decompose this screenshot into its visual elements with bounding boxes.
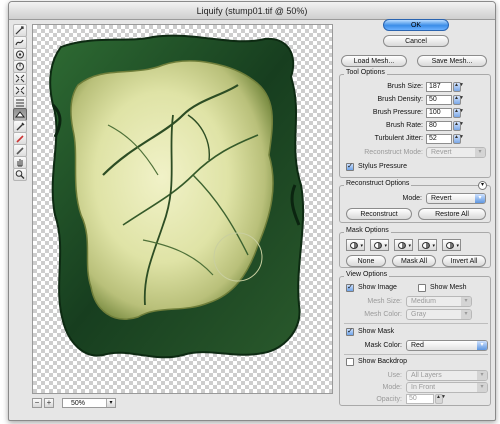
reconstruct-options-group: Reconstruct Options ▾ Mode: Revert ▾ Rec… <box>339 180 491 223</box>
mask-color-label: Mask Color: <box>364 342 402 349</box>
view-options-title: View Options <box>344 271 390 278</box>
turbulent-jitter-label: Turbulent Jitter: <box>374 135 423 142</box>
brush-density-stepper-icon[interactable]: ▲▼ <box>453 95 464 105</box>
view-options-group: View Options ✓ Show Image Show Mesh Mesh… <box>339 271 491 406</box>
brush-pressure-label: Brush Pressure: <box>372 109 423 116</box>
replace-selection-icon[interactable]: ▾ <box>346 239 365 251</box>
reconstruct-mode-select[interactable]: Revert ▾ <box>426 147 486 158</box>
reconstruct-options-title: Reconstruct Options <box>344 180 412 187</box>
brush-rate-stepper-icon[interactable]: ▲▼ <box>453 121 464 131</box>
ok-button[interactable]: OK <box>383 19 449 31</box>
mesh-color-label: Mesh Color: <box>364 311 402 318</box>
brush-rate-input[interactable]: 80 <box>426 121 452 131</box>
zoom-out-button[interactable]: − <box>32 398 42 408</box>
chevron-down-icon: ▾ <box>461 297 471 306</box>
chevron-down-icon: ▾ <box>477 383 487 392</box>
chevron-down-icon: ▾ <box>475 148 485 157</box>
chevron-down-icon: ▾ <box>477 341 487 350</box>
reconstruct-mode-label: Reconstruct Mode: <box>364 149 423 156</box>
liquify-window: Liquify (stump01.tif @ 50%) − + 50% ▾ OK… <box>8 1 496 421</box>
chevron-down-icon: ▾ <box>106 399 115 407</box>
reconstruct-mode-dropdown-value: Revert <box>431 195 452 202</box>
expand-arrow-icon[interactable]: ▾ <box>478 181 487 190</box>
chevron-down-icon: ▾ <box>477 371 487 380</box>
stylus-pressure-checkbox[interactable]: ✓ <box>346 163 354 171</box>
use-value: All Layers <box>411 372 442 379</box>
tool-options-title: Tool Options <box>344 69 387 76</box>
divider <box>344 323 488 324</box>
mode-label: Mode: <box>402 195 422 202</box>
divider <box>344 354 488 355</box>
mask-none-button[interactable]: None <box>346 255 386 267</box>
mesh-color-value: Gray <box>411 311 427 318</box>
zoom-icon[interactable] <box>13 168 27 181</box>
reconstruct-mode-value: Revert <box>431 149 452 156</box>
brush-pressure-stepper-icon[interactable]: ▲▼ <box>453 108 464 118</box>
opacity-label: Opacity: <box>376 396 402 403</box>
tool-palette <box>13 24 29 181</box>
mesh-size-select[interactable]: Medium ▾ <box>406 296 472 307</box>
show-backdrop-label: Show Backdrop <box>358 358 408 365</box>
subtract-from-selection-icon[interactable]: ▾ <box>394 239 413 251</box>
chevron-down-icon: ▾ <box>475 194 485 203</box>
backdrop-mode-value: In Front <box>411 384 436 391</box>
show-mesh-label: Show Mesh <box>430 284 467 291</box>
cancel-button[interactable]: Cancel <box>383 35 449 47</box>
mask-color-select[interactable]: Red ▾ <box>406 340 488 351</box>
brush-rate-label: Brush Rate: <box>386 122 423 129</box>
brush-size-label: Brush Size: <box>387 83 423 90</box>
reconstruct-mode-dropdown[interactable]: Revert ▾ <box>426 193 486 204</box>
mask-all-button[interactable]: Mask All <box>392 255 436 267</box>
preview-canvas[interactable] <box>32 24 333 394</box>
use-select[interactable]: All Layers ▾ <box>406 370 488 381</box>
mask-color-value: Red <box>411 342 424 349</box>
backdrop-mode-select[interactable]: In Front ▾ <box>406 382 488 393</box>
mask-options-title: Mask Options <box>344 227 391 234</box>
restore-all-button[interactable]: Restore All <box>418 208 486 220</box>
save-mesh-button[interactable]: Save Mesh... <box>417 55 487 67</box>
mesh-color-select[interactable]: Gray ▾ <box>406 309 472 320</box>
opacity-stepper-icon[interactable]: ▲▼ <box>435 394 446 404</box>
brush-density-input[interactable]: 50 <box>426 95 452 105</box>
opacity-input[interactable]: 50 <box>406 394 434 404</box>
add-to-selection-icon[interactable]: ▾ <box>370 239 389 251</box>
stylus-pressure-label: Stylus Pressure <box>358 163 408 170</box>
mask-mode-buttons: ▾ ▾ ▾ ▾ ▾ <box>346 239 486 251</box>
backdrop-mode-label: Mode: <box>382 384 402 391</box>
window-title: Liquify (stump01.tif @ 50%) <box>9 2 495 20</box>
show-mask-checkbox[interactable]: ✓ <box>346 328 354 336</box>
zoom-level-select[interactable]: 50% ▾ <box>62 398 116 408</box>
invert-all-button[interactable]: Invert All <box>442 255 486 267</box>
brush-size-stepper-icon[interactable]: ▲▼ <box>453 82 464 92</box>
show-image-checkbox[interactable]: ✓ <box>346 284 354 292</box>
zoom-level-value: 50% <box>71 400 86 407</box>
turbulent-jitter-input[interactable]: 52 <box>426 134 452 144</box>
brush-density-label: Brush Density: <box>377 96 423 103</box>
status-bar: − + 50% ▾ <box>32 397 333 409</box>
intersect-selection-icon[interactable]: ▾ <box>418 239 437 251</box>
invert-selection-icon[interactable]: ▾ <box>442 239 461 251</box>
mask-options-group: Mask Options ▾ ▾ ▾ ▾ ▾ None Mask All Inv… <box>339 227 491 268</box>
stump-image <box>49 34 305 359</box>
tool-options-group: Tool Options Brush Size: 187 ▲▼ Brush De… <box>339 69 491 178</box>
brush-pressure-input[interactable]: 100 <box>426 108 452 118</box>
show-image-label: Show Image <box>358 284 397 291</box>
mesh-size-label: Mesh Size: <box>367 298 402 305</box>
use-label: Use: <box>387 372 402 379</box>
show-mesh-checkbox[interactable] <box>418 284 426 292</box>
chevron-down-icon: ▾ <box>461 310 471 319</box>
show-mask-label: Show Mask <box>358 328 395 335</box>
zoom-in-button[interactable]: + <box>44 398 54 408</box>
load-mesh-button[interactable]: Load Mesh... <box>341 55 407 67</box>
show-backdrop-checkbox[interactable] <box>346 358 354 366</box>
reconstruct-button[interactable]: Reconstruct <box>346 208 412 220</box>
turbulent-jitter-stepper-icon[interactable]: ▲▼ <box>453 134 464 144</box>
mesh-size-value: Medium <box>411 298 436 305</box>
brush-size-input[interactable]: 187 <box>426 82 452 92</box>
